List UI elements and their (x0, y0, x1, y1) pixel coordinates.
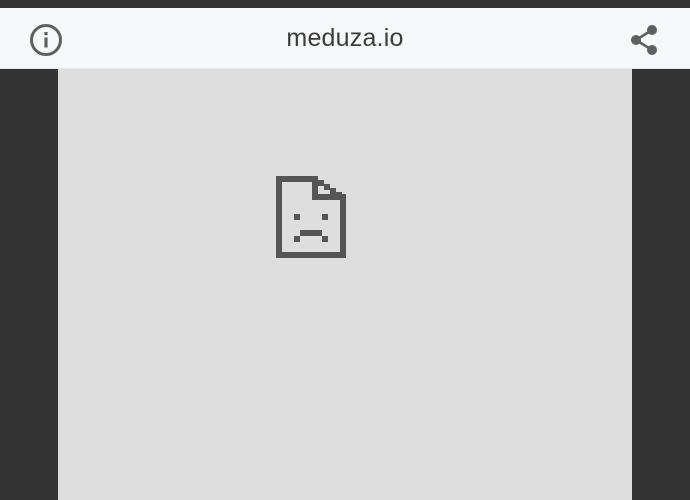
page-content-area[interactable] (58, 69, 632, 500)
left-margin (0, 69, 58, 500)
status-bar (0, 0, 690, 8)
share-button[interactable] (624, 20, 664, 60)
right-margin (632, 69, 690, 500)
browser-toolbar: meduza.io (0, 8, 690, 69)
sad-page-icon (276, 176, 346, 258)
page-url[interactable]: meduza.io (200, 18, 490, 58)
share-icon (631, 25, 657, 55)
info-button[interactable] (26, 22, 66, 58)
info-circle-icon (30, 24, 62, 56)
